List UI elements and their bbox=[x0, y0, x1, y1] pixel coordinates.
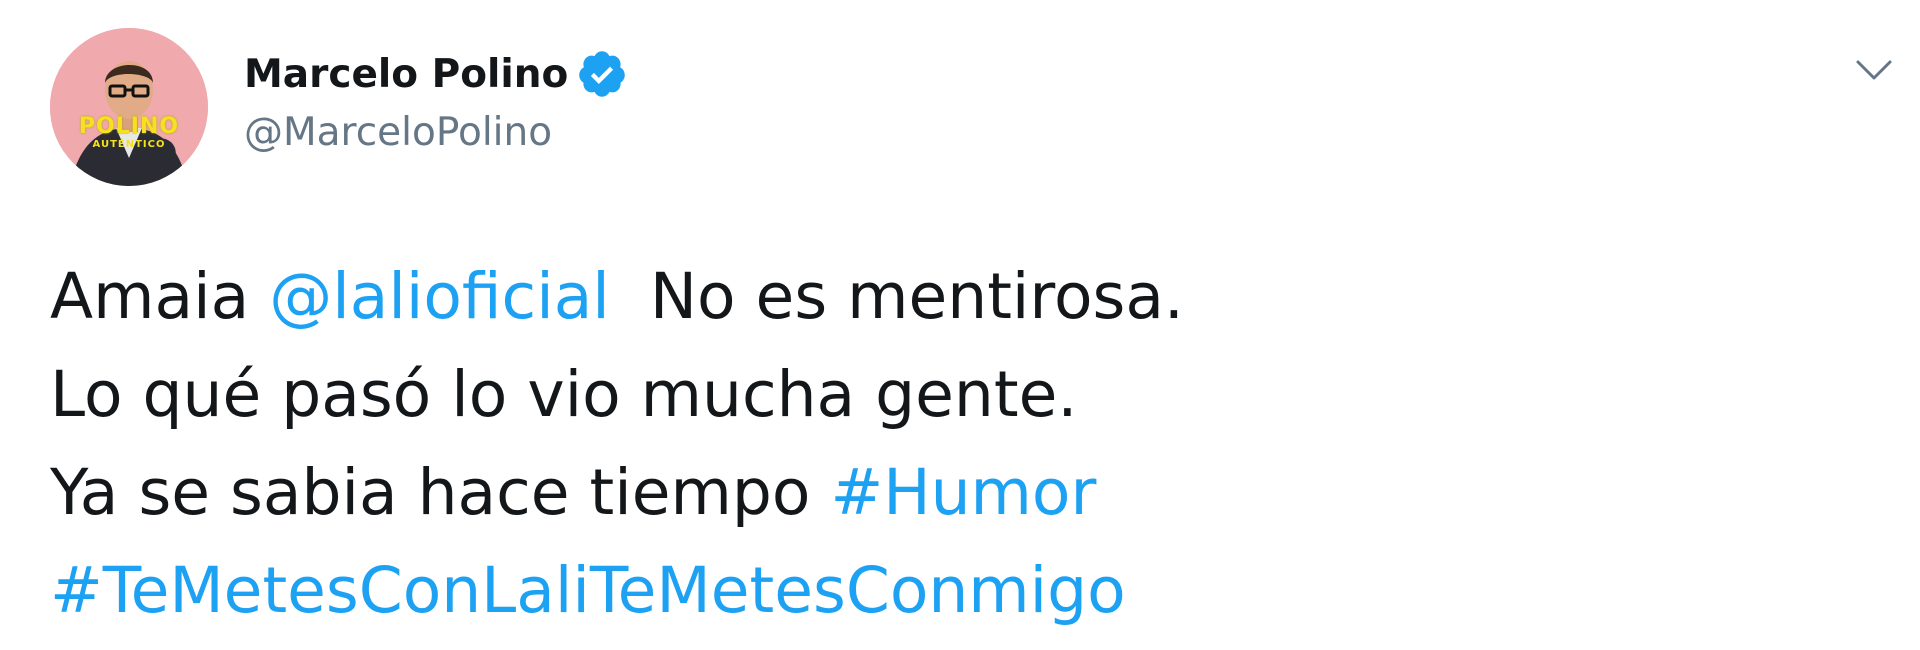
text-segment: Amaia bbox=[50, 260, 270, 333]
tweet-line-3: Ya se sabia hace tiempo #Humor bbox=[50, 444, 1850, 542]
tweet-line-1: Amaia @lalioficial No es mentirosa. bbox=[50, 248, 1850, 346]
avatar-photo bbox=[50, 28, 208, 186]
hashtag-link[interactable]: #Humor bbox=[830, 456, 1096, 529]
tweet-line-2: Lo qué pasó lo vio mucha gente. bbox=[50, 358, 1078, 431]
text-segment: No es mentirosa. bbox=[609, 260, 1184, 333]
chevron-down-icon[interactable] bbox=[1852, 50, 1896, 90]
tweet-card: POLINO AUTÉNTICO Marcelo Polino @Marcelo… bbox=[0, 0, 1920, 650]
author-name[interactable]: Marcelo Polino bbox=[244, 52, 568, 97]
avatar-logo-line2: AUTÉNTICO bbox=[92, 139, 166, 150]
verified-badge-icon bbox=[576, 48, 628, 100]
avatar-logo: POLINO AUTÉNTICO bbox=[74, 116, 184, 150]
avatar[interactable]: POLINO AUTÉNTICO bbox=[50, 28, 208, 186]
text-segment: Ya se sabia hace tiempo bbox=[50, 456, 831, 529]
author-handle[interactable]: @MarceloPolino bbox=[244, 110, 552, 155]
avatar-logo-line1: POLINO bbox=[78, 114, 180, 139]
mention-link[interactable]: @lalioficial bbox=[269, 260, 610, 333]
author-name-row[interactable]: Marcelo Polino bbox=[244, 48, 628, 100]
hashtag-link[interactable]: #TeMetesConLaliTeMetesConmigo bbox=[50, 554, 1126, 627]
tweet-text: Amaia @lalioficial No es mentirosa. Lo q… bbox=[50, 248, 1850, 640]
tweet-line-4: #TeMetesConLaliTeMetesConmigo bbox=[50, 542, 1850, 640]
